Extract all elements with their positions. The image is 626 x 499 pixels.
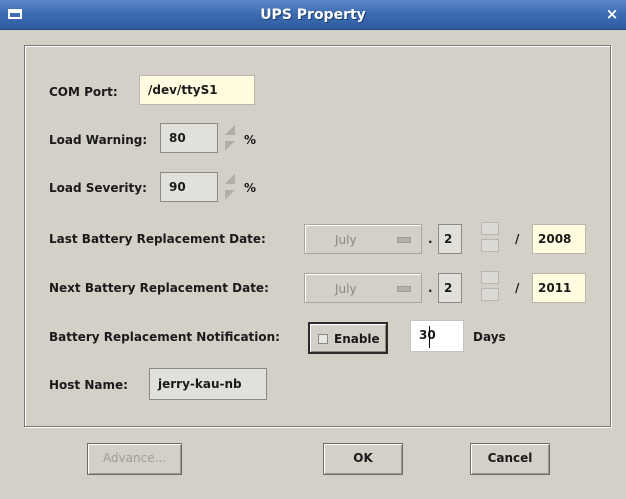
chevron-down-icon bbox=[397, 237, 411, 243]
spin-down-icon[interactable] bbox=[481, 239, 499, 252]
enable-label: Enable bbox=[334, 332, 380, 346]
last-replacement-month-select[interactable]: July bbox=[304, 224, 422, 254]
last-replacement-dot: . bbox=[428, 232, 433, 246]
load-warning-stepper[interactable] bbox=[223, 123, 237, 153]
load-warning-input[interactable]: 80 bbox=[160, 123, 218, 153]
spin-up-icon[interactable] bbox=[223, 172, 237, 186]
spin-down-icon[interactable] bbox=[223, 139, 237, 153]
last-replacement-month-value: July bbox=[335, 233, 357, 247]
load-severity-unit: % bbox=[244, 181, 257, 195]
next-replacement-label: Next Battery Replacement Date: bbox=[49, 281, 269, 295]
next-replacement-month-select[interactable]: July bbox=[304, 273, 422, 303]
next-replacement-day-input[interactable]: 2 bbox=[438, 273, 462, 303]
spin-up-icon[interactable] bbox=[481, 222, 499, 235]
window-title: UPS Property bbox=[260, 7, 366, 23]
load-severity-stepper[interactable] bbox=[223, 172, 237, 202]
enable-notification-toggle[interactable]: Enable bbox=[308, 322, 388, 354]
checkbox-icon bbox=[318, 334, 328, 344]
load-warning-unit: % bbox=[244, 133, 257, 147]
last-replacement-slash: / bbox=[515, 232, 520, 246]
notification-days-input[interactable]: 30 bbox=[410, 320, 464, 352]
last-replacement-label: Last Battery Replacement Date: bbox=[49, 232, 266, 246]
text-caret bbox=[429, 326, 430, 348]
load-severity-label: Load Severity: bbox=[49, 181, 147, 195]
next-replacement-slash: / bbox=[515, 281, 520, 295]
last-replacement-day-input[interactable]: 2 bbox=[438, 224, 462, 254]
next-replacement-year-input[interactable]: 2011 bbox=[532, 273, 586, 303]
days-unit-label: Days bbox=[473, 330, 506, 344]
spin-down-icon[interactable] bbox=[223, 188, 237, 202]
spin-up-icon[interactable] bbox=[223, 123, 237, 137]
title-bar: UPS Property × bbox=[0, 0, 626, 30]
next-replacement-day-stepper[interactable] bbox=[481, 271, 499, 301]
com-port-input[interactable]: /dev/ttyS1 bbox=[139, 75, 255, 105]
advance-button[interactable]: Advance... bbox=[87, 443, 182, 475]
load-severity-input[interactable]: 90 bbox=[160, 172, 218, 202]
host-name-field: jerry-kau-nb bbox=[149, 368, 267, 400]
host-name-label: Host Name: bbox=[49, 378, 128, 392]
load-warning-label: Load Warning: bbox=[49, 133, 148, 147]
spin-up-icon[interactable] bbox=[481, 271, 499, 284]
ok-button[interactable]: OK bbox=[323, 443, 403, 475]
next-replacement-dot: . bbox=[428, 281, 433, 295]
spin-down-icon[interactable] bbox=[481, 288, 499, 301]
chevron-down-icon bbox=[397, 286, 411, 292]
com-port-label: COM Port: bbox=[49, 85, 118, 99]
last-replacement-day-stepper[interactable] bbox=[481, 222, 499, 252]
next-replacement-month-value: July bbox=[335, 282, 357, 296]
cancel-button[interactable]: Cancel bbox=[470, 443, 550, 475]
notification-label: Battery Replacement Notification: bbox=[49, 330, 280, 344]
close-icon[interactable]: × bbox=[604, 6, 620, 22]
last-replacement-year-input[interactable]: 2008 bbox=[532, 224, 586, 254]
